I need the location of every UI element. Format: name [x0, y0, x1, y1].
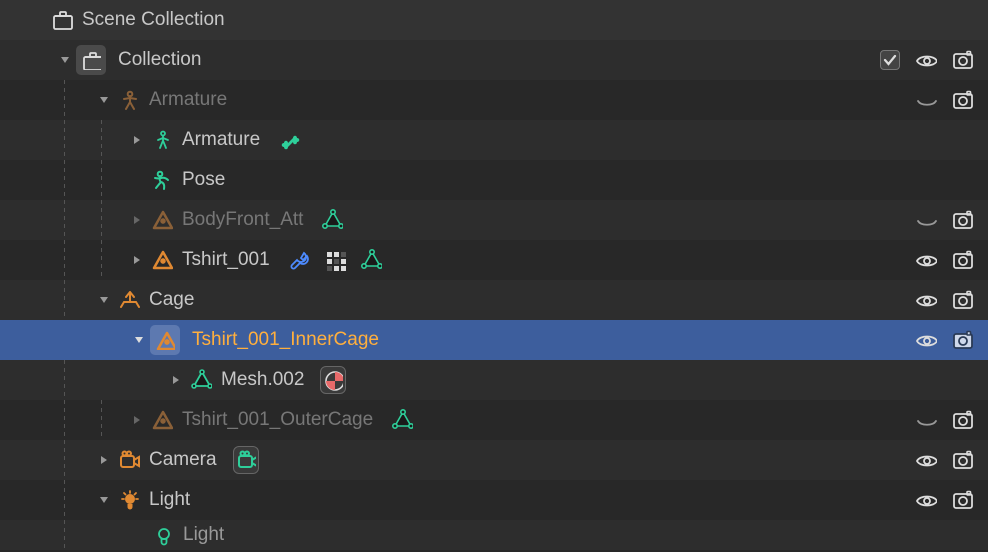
- outer-cage-label: Tshirt_001_OuterCage: [176, 409, 383, 431]
- bone-icon: [276, 129, 302, 151]
- light-data-row[interactable]: Light: [0, 520, 988, 550]
- mesh-data-row[interactable]: Mesh.002: [0, 360, 988, 400]
- empty-icon: [115, 289, 143, 311]
- light-data-icon: [149, 524, 177, 546]
- hide-viewport-icon[interactable]: [914, 409, 938, 431]
- mesh-icon: [150, 325, 180, 355]
- tshirt-label: Tshirt_001: [176, 249, 280, 271]
- disable-render-icon[interactable]: [950, 489, 974, 511]
- cage-row[interactable]: Cage: [0, 280, 988, 320]
- disable-render-icon[interactable]: [950, 249, 974, 271]
- material-icon[interactable]: [320, 366, 346, 394]
- disable-render-icon[interactable]: [950, 409, 974, 431]
- armature-label: Armature: [143, 89, 237, 111]
- disable-render-icon[interactable]: [950, 289, 974, 311]
- mesh-icon: [148, 249, 176, 271]
- inner-cage-row[interactable]: Tshirt_001_InnerCage: [0, 320, 988, 360]
- vertex-groups-icon[interactable]: [358, 249, 384, 271]
- mesh-icon: [148, 409, 176, 431]
- camera-row[interactable]: Camera: [0, 440, 988, 480]
- armature-object-row[interactable]: Armature: [0, 80, 988, 120]
- camera-label: Camera: [143, 449, 227, 471]
- armature-icon: [115, 89, 143, 111]
- scene-collection-row[interactable]: Scene Collection: [0, 0, 988, 40]
- pose-icon: [148, 169, 176, 191]
- exclude-checkbox[interactable]: [878, 50, 902, 70]
- disable-render-icon[interactable]: [950, 209, 974, 231]
- armature-data-label: Armature: [176, 129, 270, 151]
- particle-system-icon[interactable]: [322, 249, 348, 271]
- expand-toggle[interactable]: [128, 334, 150, 346]
- expand-toggle[interactable]: [126, 214, 148, 226]
- hide-viewport-icon[interactable]: [914, 449, 938, 471]
- cage-label: Cage: [143, 289, 204, 311]
- mesh-data-label: Mesh.002: [215, 369, 314, 391]
- camera-icon: [115, 449, 143, 471]
- hide-viewport-icon[interactable]: [914, 289, 938, 311]
- expand-toggle[interactable]: [126, 414, 148, 426]
- expand-toggle[interactable]: [93, 94, 115, 106]
- expand-toggle[interactable]: [93, 294, 115, 306]
- outer-cage-row[interactable]: Tshirt_001_OuterCage: [0, 400, 988, 440]
- armature-data-icon: [148, 129, 176, 151]
- hide-viewport-icon[interactable]: [914, 249, 938, 271]
- scene-collection-label: Scene Collection: [76, 9, 235, 31]
- tshirt-row[interactable]: Tshirt_001: [0, 240, 988, 280]
- light-row[interactable]: Light: [0, 480, 988, 520]
- hide-viewport-icon[interactable]: [914, 209, 938, 231]
- bodyfront-label: BodyFront_Att: [176, 209, 313, 231]
- hide-viewport-icon[interactable]: [914, 49, 938, 71]
- hide-viewport-icon[interactable]: [914, 489, 938, 511]
- disable-render-icon[interactable]: [950, 329, 974, 351]
- pose-row[interactable]: Pose: [0, 160, 988, 200]
- collection-label: Collection: [112, 49, 211, 71]
- disable-render-icon[interactable]: [950, 49, 974, 71]
- light-data-label: Light: [177, 524, 234, 546]
- outliner-panel[interactable]: Scene Collection Collection Armature: [0, 0, 988, 550]
- collection-icon: [76, 45, 106, 75]
- armature-data-row[interactable]: Armature: [0, 120, 988, 160]
- expand-toggle[interactable]: [165, 374, 187, 386]
- vertex-groups-icon: [319, 209, 345, 231]
- expand-toggle[interactable]: [93, 454, 115, 466]
- expand-toggle[interactable]: [126, 254, 148, 266]
- hide-viewport-icon[interactable]: [914, 89, 938, 111]
- camera-data-icon[interactable]: [233, 446, 259, 474]
- collection-row[interactable]: Collection: [0, 40, 988, 80]
- mesh-data-icon: [187, 369, 215, 391]
- mesh-icon: [148, 209, 176, 231]
- inner-cage-label: Tshirt_001_InnerCage: [186, 329, 389, 351]
- modifiers-icon[interactable]: [286, 249, 312, 271]
- hide-viewport-icon[interactable]: [914, 329, 938, 351]
- expand-toggle[interactable]: [126, 134, 148, 146]
- disable-render-icon[interactable]: [950, 89, 974, 111]
- vertex-groups-icon: [389, 409, 415, 431]
- expand-toggle[interactable]: [54, 54, 76, 66]
- collection-icon: [48, 9, 76, 31]
- bodyfront-row[interactable]: BodyFront_Att: [0, 200, 988, 240]
- expand-toggle[interactable]: [93, 494, 115, 506]
- pose-label: Pose: [176, 169, 235, 191]
- light-icon: [115, 489, 143, 511]
- light-label: Light: [143, 489, 200, 511]
- disable-render-icon[interactable]: [950, 449, 974, 471]
